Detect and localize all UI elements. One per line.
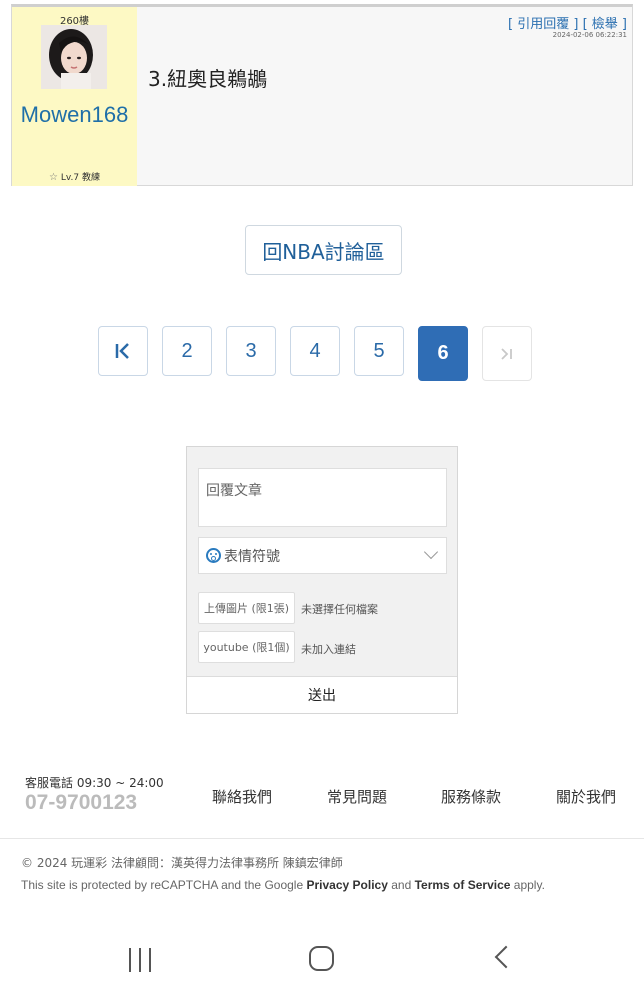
privacy-policy-link[interactable]: Privacy Policy — [306, 878, 387, 892]
author-name[interactable]: Mowen168 — [12, 101, 137, 129]
reply-form: 回覆文章 表情符號 上傳圖片 (限1張) 未選擇任何檔案 youtube (限1… — [186, 446, 458, 714]
author-panel: 260樓 Mowen168 ☆ Lv.7 教練 — [12, 7, 137, 186]
avatar[interactable] — [41, 25, 107, 89]
post-content: 3.紐奧良鵜鶘 — [148, 67, 268, 91]
emoji-select-label: 表情符號 — [224, 548, 280, 565]
post-date: 2024-02-06 06:22:31 — [552, 31, 627, 39]
footer-link-about[interactable]: 關於我們 — [556, 786, 616, 807]
footer-divider — [0, 838, 644, 839]
emoji-select[interactable]: 表情符號 — [198, 537, 447, 574]
service-phone[interactable]: 07-9700123 — [25, 791, 137, 815]
page-button-4[interactable]: 4 — [290, 326, 340, 376]
footer-link-contact[interactable]: 聯絡我們 — [212, 786, 272, 807]
recaptcha-notice: This site is protected by reCAPTCHA and … — [21, 878, 545, 892]
page: 260樓 Mowen168 ☆ Lv.7 教練 [ 引用回覆] [檢舉] … — [0, 0, 644, 1000]
youtube-link-button[interactable]: youtube (限1個) — [198, 631, 295, 663]
page-button-5[interactable]: 5 — [354, 326, 404, 376]
star-icon: ☆ — [49, 172, 58, 183]
upload-image-status: 未選擇任何檔案 — [301, 603, 378, 616]
recent-apps-icon[interactable] — [128, 948, 154, 972]
youtube-link-status: 未加入連結 — [301, 643, 356, 656]
recaptcha-prefix: This site is protected by reCAPTCHA and … — [21, 878, 304, 892]
post-actions: [ 引用回覆 ] [ 檢舉 ] — [508, 13, 627, 32]
footer-link-terms[interactable]: 服務條款 — [441, 786, 501, 807]
quote-reply-link[interactable]: [ 引用回覆 ] — [508, 17, 578, 32]
page-button-6-current[interactable]: 6 — [418, 326, 468, 381]
post-card: 260樓 Mowen168 ☆ Lv.7 教練 [ 引用回覆] [檢舉] … — [11, 4, 633, 186]
smile-icon — [206, 548, 221, 563]
home-icon[interactable] — [309, 946, 334, 971]
first-page-button[interactable] — [98, 326, 148, 376]
back-to-board-button[interactable]: 回NBA討論區 — [245, 225, 402, 275]
upload-image-button[interactable]: 上傳圖片 (限1張) — [198, 592, 295, 624]
recaptcha-and: and — [391, 878, 412, 892]
avatar-image — [41, 25, 107, 89]
footer-link-faq[interactable]: 常見問題 — [327, 786, 387, 807]
copyright: © 2024 玩運彩 法律顧問：漢英得力法律事務所 陳鎮宏律師 — [21, 856, 343, 870]
chevron-down-icon — [423, 544, 439, 560]
system-nav-bar — [0, 930, 644, 1000]
submit-button[interactable]: 送出 — [187, 676, 457, 713]
terms-of-service-link[interactable]: Terms of Service — [415, 878, 511, 892]
first-page-icon — [115, 343, 129, 359]
report-link[interactable]: [ 檢舉 ] — [583, 17, 627, 32]
service-hours: 客服電話 09:30 ~ 24:00 — [25, 776, 164, 790]
rank-label: Lv.7 教練 — [60, 173, 100, 183]
author-rank: ☆ Lv.7 教練 — [12, 170, 137, 183]
last-page-button — [482, 326, 532, 381]
reply-textarea[interactable]: 回覆文章 — [198, 468, 447, 527]
last-page-icon — [501, 347, 512, 360]
page-button-3[interactable]: 3 — [226, 326, 276, 376]
page-button-2[interactable]: 2 — [162, 326, 212, 376]
recaptcha-apply: apply. — [513, 878, 545, 892]
back-icon[interactable] — [494, 945, 518, 969]
